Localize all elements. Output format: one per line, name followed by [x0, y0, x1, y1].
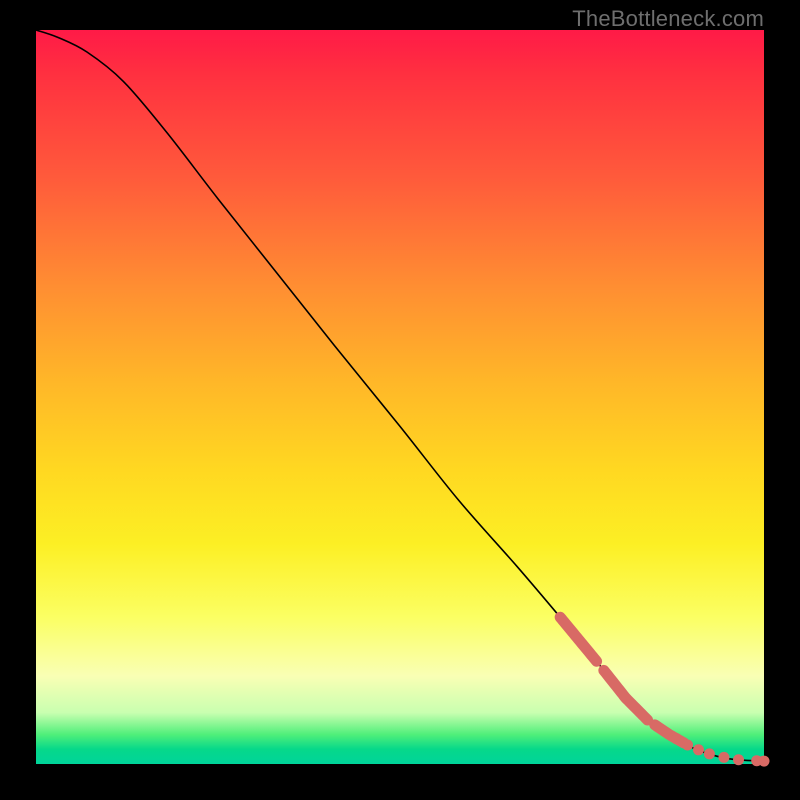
data-dot [733, 754, 744, 765]
data-dot [759, 756, 770, 767]
highlight-group [560, 617, 684, 743]
data-dot [718, 752, 729, 763]
frame: TheBottleneck.com [0, 0, 800, 800]
data-dot [704, 748, 715, 759]
chart-svg [36, 30, 764, 764]
highlight-segment [604, 670, 648, 720]
data-dot [682, 740, 693, 751]
data-dot [671, 733, 682, 744]
data-dot [693, 744, 704, 755]
highlight-segment [560, 617, 596, 661]
chart-plot-area [36, 30, 764, 764]
curve-line [36, 30, 764, 761]
watermark-text: TheBottleneck.com [572, 6, 764, 32]
